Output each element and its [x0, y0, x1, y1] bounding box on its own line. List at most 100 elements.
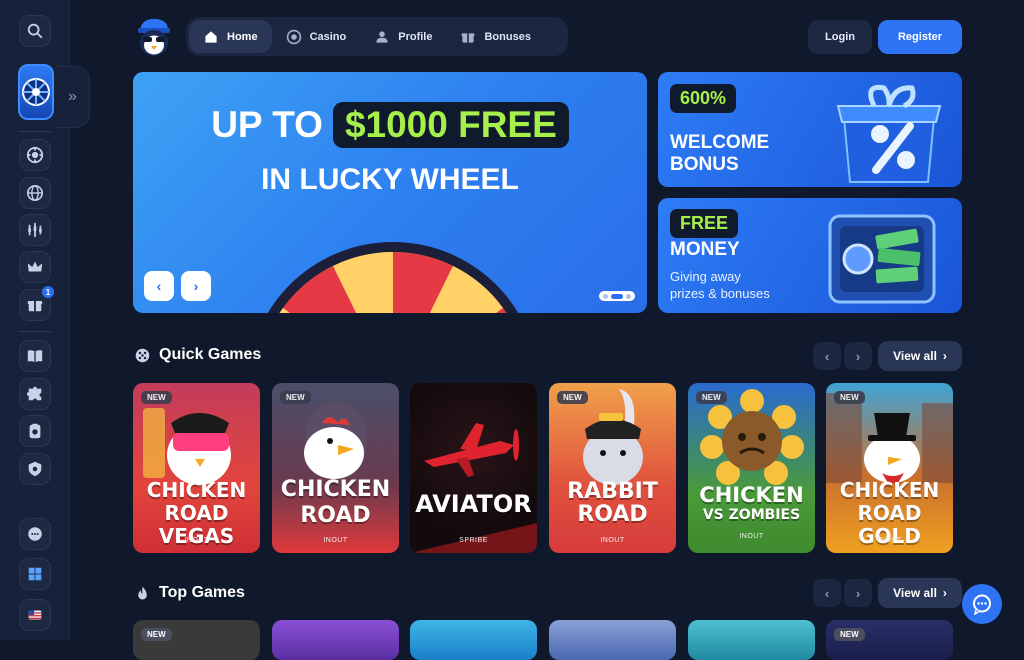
promo-title-line: BONUS [670, 154, 739, 175]
register-button[interactable]: Register [878, 20, 962, 54]
game-title-line: CHICKEN [146, 478, 247, 502]
quick-games-view-all[interactable]: View all › [878, 341, 962, 371]
quick-games-heading: Quick Games [134, 346, 261, 364]
sidebar-item-support[interactable] [19, 518, 51, 550]
sports-globe-icon [26, 184, 44, 202]
top-game-card[interactable] [688, 620, 815, 660]
home-icon [205, 30, 217, 43]
sidebar-divider [18, 331, 52, 332]
nav-bonuses-label: Bonuses [484, 30, 531, 43]
crown-icon [27, 261, 43, 272]
nav-casino[interactable]: Casino [272, 20, 361, 53]
game-provider: INOUT [739, 533, 764, 540]
game-provider: SPRIBE [459, 537, 488, 544]
lucky-wheel-icon [22, 78, 50, 106]
user-icon [376, 30, 388, 43]
promo-tag: FREE [670, 209, 739, 238]
new-badge: NEW [834, 628, 865, 641]
nav-home[interactable]: Home [189, 20, 272, 53]
carousel-dot[interactable] [626, 293, 631, 299]
search-button[interactable] [19, 15, 51, 47]
search-icon [27, 23, 43, 39]
live-bars-icon [28, 222, 42, 238]
game-title: AVIATOR [410, 492, 537, 516]
game-card-chicken-road-vegas[interactable]: NEW CHICKEN ROAD VEGAS INOUT [133, 383, 260, 553]
game-die-icon [135, 348, 150, 362]
top-games-title: Top Games [159, 584, 245, 601]
money-safe-illustration [828, 214, 936, 304]
chevron-right-icon: › [942, 586, 947, 600]
top-games-heading: Top Games [134, 584, 245, 602]
game-card-chicken-vs-zombies[interactable]: NEW CHICKEN VS ZOMBIES INOUT [688, 383, 815, 553]
chevron-right-icon: › [855, 348, 861, 364]
top-game-card[interactable] [549, 620, 676, 660]
game-provider: INOUT [600, 537, 625, 544]
chat-icon [28, 527, 42, 541]
promo-title: WELCOME BONUS [670, 132, 769, 176]
new-badge: NEW [280, 391, 311, 404]
promo-title-line: WELCOME [670, 132, 770, 153]
game-card-chicken-road[interactable]: NEW CHICKEN ROAD INOUT [272, 383, 399, 553]
hero-banner[interactable]: UP TO $1000 FREE IN LUCKY WHEEL ‹ › [133, 72, 647, 313]
top-games-view-all[interactable]: View all › [878, 578, 962, 608]
game-card-rabbit-road[interactable]: NEW RABBIT ROAD INOUT [549, 383, 676, 553]
carousel-dot-active[interactable] [611, 293, 623, 299]
language-selector[interactable] [19, 599, 51, 631]
sidebar-expand-button[interactable]: » [56, 66, 90, 128]
game-title-line: VS ZOMBIES [702, 507, 801, 523]
hero-headline-highlight: $1000 FREE [332, 102, 569, 148]
book-icon [27, 350, 43, 363]
sidebar-item-games[interactable] [19, 378, 51, 410]
lucky-wheel-button[interactable] [18, 64, 54, 120]
top-game-card[interactable] [272, 620, 399, 660]
sidebar-item-live[interactable] [19, 214, 51, 246]
game-title: CHICKEN ROAD [272, 477, 399, 529]
promo-free-money[interactable]: FREE MONEY Giving away prizes & bonuses [658, 198, 962, 313]
promo-subtitle-line: Giving away [670, 269, 741, 284]
penguin-logo-icon [138, 18, 170, 56]
nav-bonuses[interactable]: Bonuses [446, 20, 544, 53]
sidebar-item-sports[interactable] [19, 177, 51, 209]
live-chat-button[interactable] [962, 584, 1002, 624]
login-button[interactable]: Login [808, 20, 872, 54]
promo-welcome-bonus[interactable]: 600% WELCOME BONUS [658, 72, 962, 187]
game-title-line: CHICKEN [699, 483, 804, 507]
sidebar-item-vip[interactable] [19, 251, 51, 283]
top-game-card[interactable] [410, 620, 537, 660]
top-games-next[interactable]: › [844, 579, 872, 607]
sidebar-item-casino[interactable] [19, 139, 51, 171]
quick-games-prev[interactable]: ‹ [813, 342, 841, 370]
puzzle-icon [26, 386, 42, 401]
site-logo[interactable] [134, 16, 174, 58]
sidebar-item-bonuses[interactable]: 1 [19, 286, 54, 321]
game-card-aviator[interactable]: AVIATOR SPRIBE [410, 383, 537, 553]
gift-icon [27, 300, 43, 312]
game-provider: INOUT [184, 537, 209, 544]
hero-subheadline: IN LUCKY WHEEL [261, 163, 519, 196]
sidebar-item-rules[interactable] [19, 340, 51, 372]
chevron-right-icon: › [942, 349, 947, 363]
sidebar-item-security[interactable] [19, 453, 51, 485]
promo-subtitle: Giving away prizes & bonuses [670, 268, 770, 302]
quick-games-title: Quick Games [159, 346, 262, 363]
top-game-card[interactable]: NEW [826, 620, 953, 660]
sidebar-item-download[interactable] [19, 558, 51, 590]
casino-chip-icon [286, 29, 301, 44]
main-nav: Home Casino Profile Bonuses [186, 17, 568, 56]
game-title-line: ROAD [577, 502, 648, 527]
top-game-card[interactable]: NEW [133, 620, 260, 660]
hero-prev-button[interactable]: ‹ [144, 271, 174, 301]
top-games-prev[interactable]: ‹ [813, 579, 841, 607]
chevron-left-icon: ‹ [824, 348, 830, 364]
quick-games-next[interactable]: › [844, 342, 872, 370]
game-title-line: RABBIT [567, 479, 658, 504]
sidebar-divider [18, 131, 52, 132]
game-card-chicken-road-gold[interactable]: NEW CHICKEN ROAD GOLD INOUT [826, 383, 953, 553]
carousel-dot[interactable] [603, 293, 608, 299]
game-title: RABBIT ROAD [549, 480, 676, 526]
sidebar-item-cashier[interactable] [19, 415, 51, 447]
hero-next-button[interactable]: › [181, 271, 211, 301]
hero-headline: UP TO $1000 FREE [133, 102, 647, 148]
double-chevron-right-icon: » [68, 88, 77, 105]
nav-profile[interactable]: Profile [360, 20, 446, 53]
